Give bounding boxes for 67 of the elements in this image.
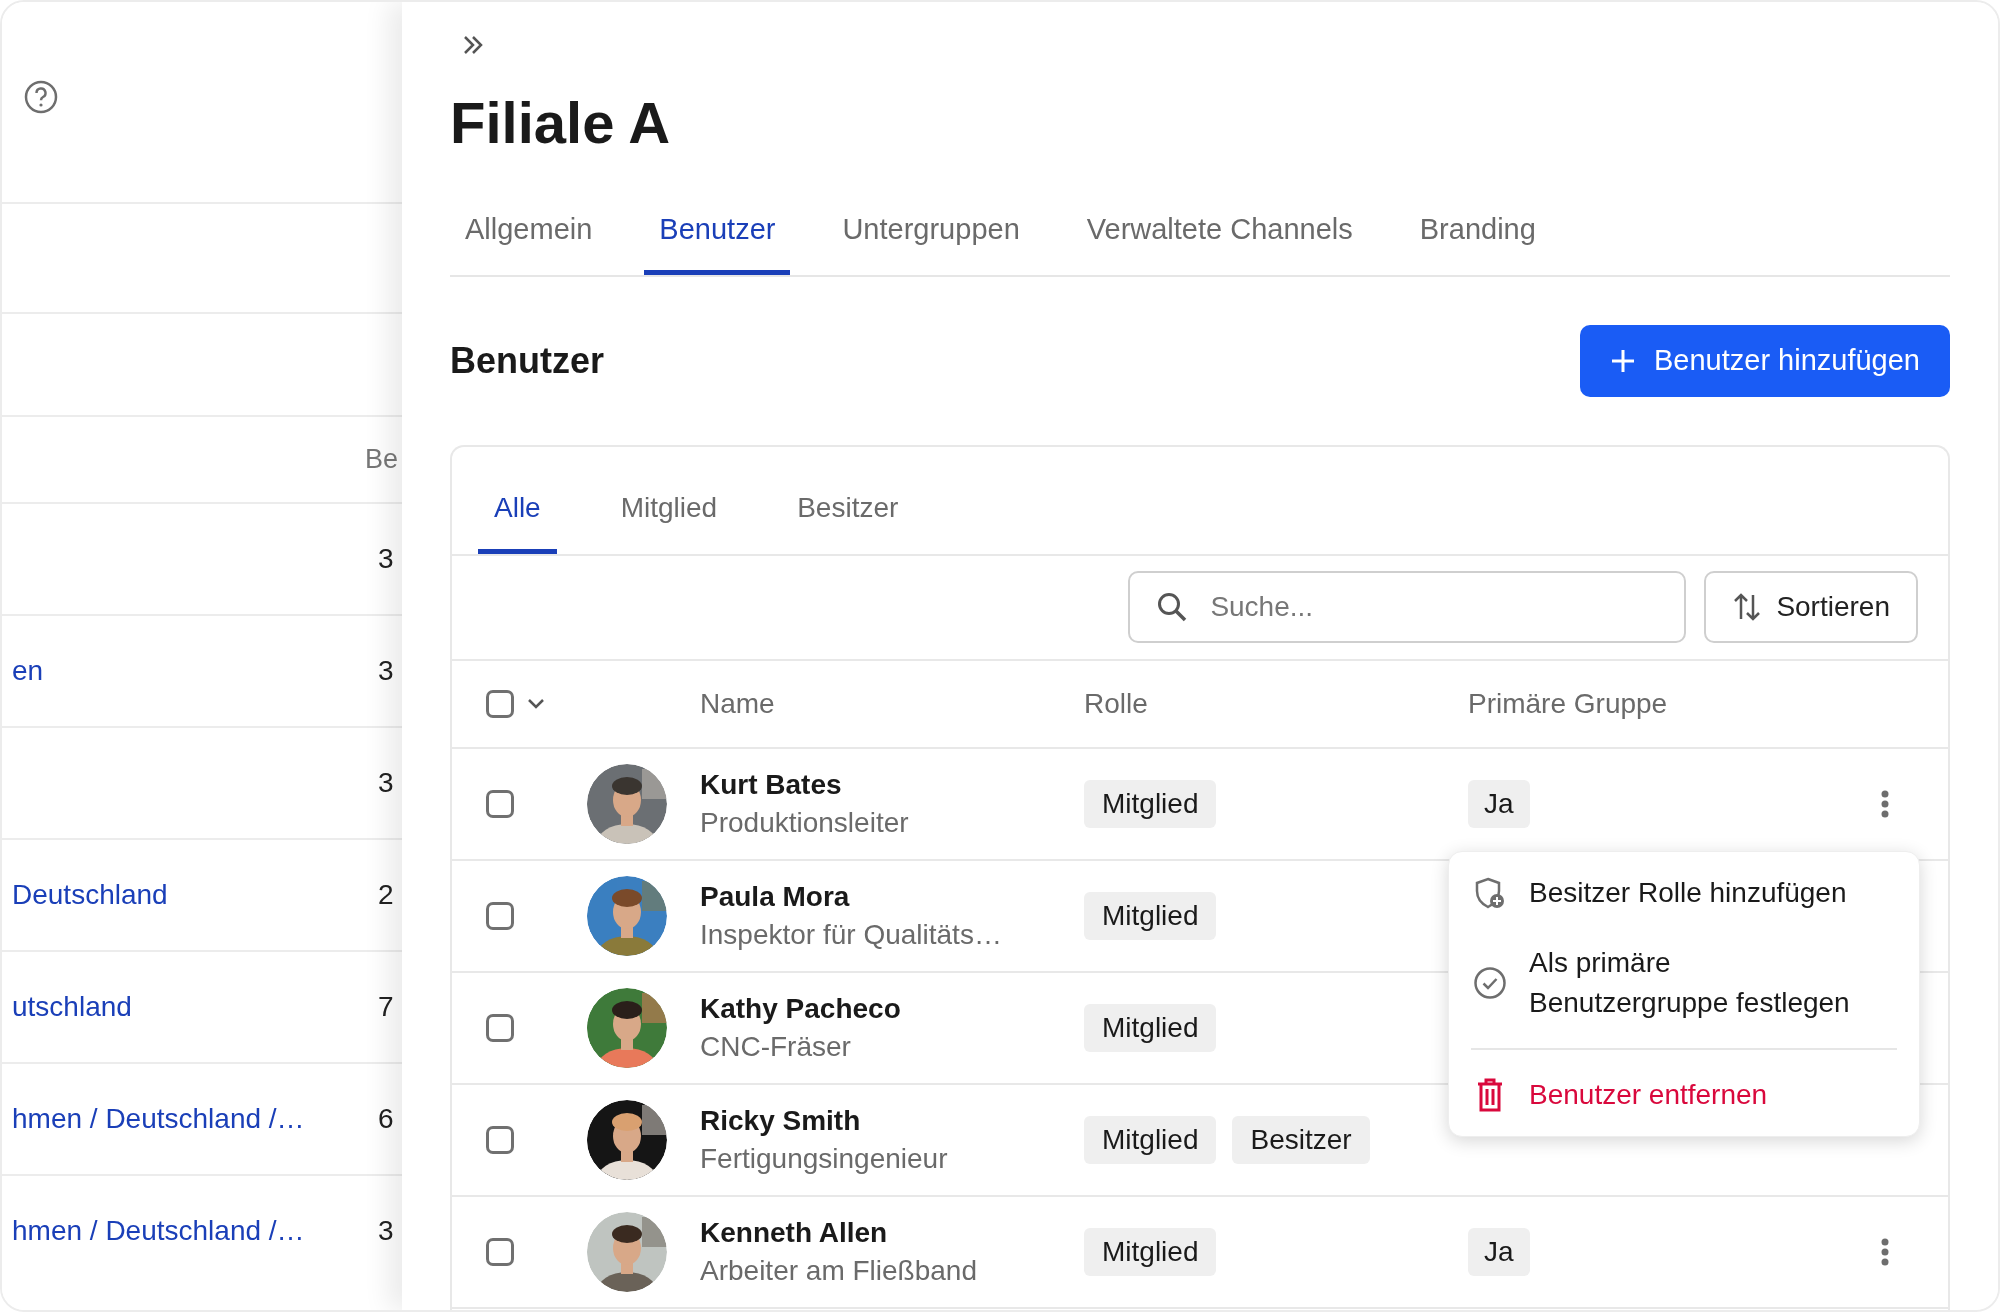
user-job-title: Arbeiter am Fließband	[700, 1253, 978, 1288]
role-tag: Mitglied	[1084, 779, 1217, 828]
role-tag: Mitglied	[1084, 1227, 1217, 1276]
search-icon	[1156, 591, 1189, 623]
count-cell-text: 3	[378, 766, 395, 800]
role-tag: Mitglied	[1084, 891, 1217, 940]
trash-icon	[1476, 1077, 1504, 1112]
count-cell-text: 7	[378, 990, 395, 1024]
checkbox[interactable]	[486, 689, 514, 718]
check-circle-icon	[1473, 965, 1507, 1000]
checkbox[interactable]	[486, 901, 514, 930]
checkbox[interactable]	[486, 789, 514, 818]
user-name: Ricky Smith	[700, 1103, 862, 1138]
user-job-title: Fertigungsingenieur	[700, 1141, 949, 1176]
primary-group-tag: Ja	[1468, 1227, 1530, 1276]
more-icon[interactable]	[1880, 1236, 1890, 1267]
search-input[interactable]: Suche...	[1210, 573, 1659, 641]
group-link[interactable]: hmen / Deutschland /…	[12, 1215, 305, 1246]
add-user-button[interactable]: Benutzer hinzufügen	[1579, 324, 1950, 397]
user-job-title: CNC-Fräser	[700, 1029, 852, 1064]
count-cell-text: 3	[378, 542, 395, 576]
more-icon[interactable]	[1880, 788, 1890, 819]
tab[interactable]: Branding	[1404, 208, 1551, 275]
group-link[interactable]: en	[12, 655, 44, 686]
chevron-down-icon[interactable]	[526, 696, 546, 711]
checkbox[interactable]	[486, 1125, 514, 1154]
column-header: Be	[364, 443, 398, 477]
search-field[interactable]: Suche...	[1128, 571, 1687, 643]
filter-tab[interactable]: Alle	[478, 486, 557, 554]
column-header: Primäre Gruppe	[1468, 686, 1669, 721]
count-cell-text: 3	[378, 1214, 395, 1248]
sort-button[interactable]: Sortieren	[1704, 571, 1918, 643]
column-header: Name	[700, 686, 776, 721]
group-link[interactable]: hmen / Deutschland /…	[12, 1103, 305, 1134]
column-header: Rolle	[1084, 686, 1149, 721]
filter-tab[interactable]: Besitzer	[781, 486, 915, 554]
primary-group-tag: Ja	[1468, 779, 1530, 828]
role-tag: Mitglied	[1084, 1003, 1217, 1052]
menu-item[interactable]: Als primäre Benutzergruppe festlegen	[1449, 927, 1919, 1038]
tab[interactable]: Verwaltete Channels	[1071, 208, 1368, 275]
checkbox[interactable]	[486, 1237, 514, 1266]
user-name: Kenneth Allen	[700, 1215, 889, 1250]
tab[interactable]: Benutzer	[644, 208, 791, 275]
section-title: Benutzer	[450, 338, 605, 383]
count-cell-text: 3	[378, 654, 395, 688]
plus-icon	[1609, 347, 1636, 374]
user-name: Paula Mora	[700, 879, 851, 914]
shield-plus-icon	[1474, 875, 1506, 910]
filter-tab[interactable]: Mitglied	[604, 486, 734, 554]
count-cell-text: 2	[378, 878, 395, 912]
menu-item[interactable]: Benutzer entfernen	[1449, 1059, 1919, 1130]
group-link[interactable]: Deutschland	[12, 879, 168, 910]
count-cell-text: 6	[378, 1102, 395, 1136]
role-tag: Mitglied	[1084, 1115, 1217, 1164]
page-title: Filiale A	[450, 89, 672, 157]
user-name: Kurt Bates	[700, 767, 843, 802]
checkbox[interactable]	[486, 1013, 514, 1042]
user-job-title: Inspektor für Qualitäts…	[700, 917, 1003, 952]
menu-item[interactable]: Besitzer Rolle hinzufügen	[1449, 857, 1919, 928]
sort-icon	[1732, 592, 1763, 622]
tab[interactable]: Allgemein	[450, 208, 608, 275]
group-link[interactable]: utschland	[12, 991, 132, 1022]
help-icon[interactable]	[24, 80, 58, 114]
role-tag: Besitzer	[1232, 1115, 1370, 1164]
user-name: Kathy Pacheco	[700, 991, 902, 1026]
tab[interactable]: Untergruppen	[827, 208, 1035, 275]
user-job-title: Produktionsleiter	[700, 805, 910, 840]
